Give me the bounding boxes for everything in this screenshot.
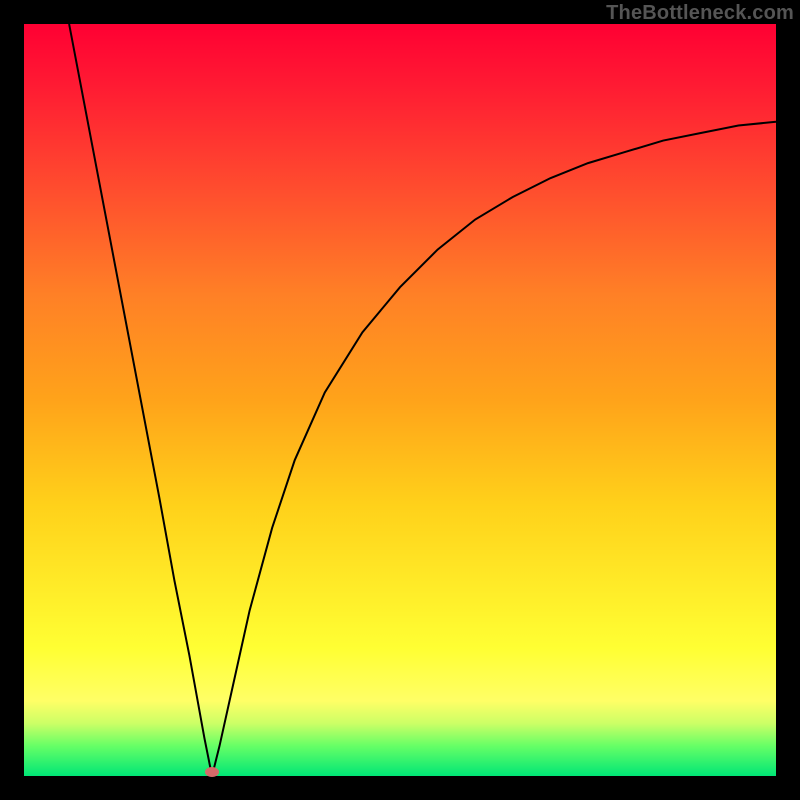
min-marker: [205, 767, 219, 777]
plot-area: [24, 24, 776, 776]
left-branch-path: [69, 24, 212, 776]
chart-frame: TheBottleneck.com: [0, 0, 800, 800]
watermark-text: TheBottleneck.com: [606, 2, 794, 25]
curve-svg: [24, 24, 776, 776]
right-branch-path: [212, 122, 776, 776]
